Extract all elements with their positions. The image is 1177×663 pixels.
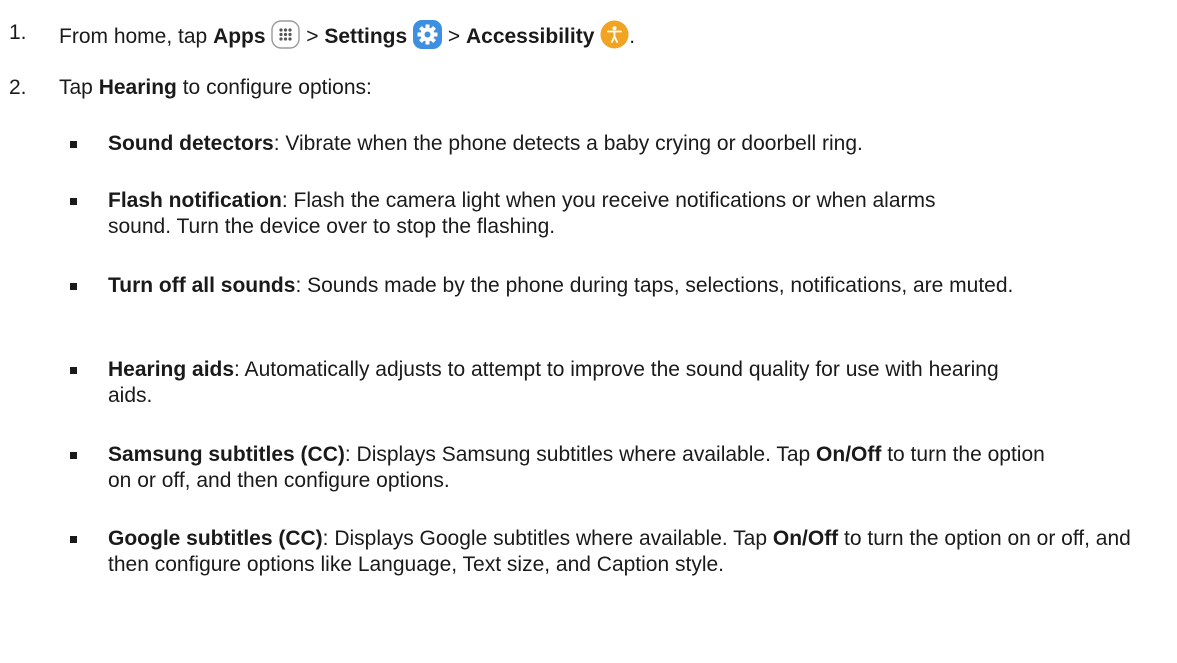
- list-item-title: Sound detectors: [108, 132, 274, 155]
- step-text: From home, tap Apps > Settings > Accessi…: [59, 20, 635, 56]
- list-item-text: Turn off all sounds: Sounds made by the …: [108, 273, 1023, 299]
- step-1-prefix: From home, tap: [59, 25, 214, 48]
- bullet-icon: [70, 283, 77, 290]
- settings-label: Settings: [324, 25, 408, 48]
- bullet-icon: [70, 452, 77, 459]
- hearing-label: Hearing: [98, 76, 177, 99]
- step-2-suffix: to configure options:: [176, 76, 372, 99]
- bullet-icon: [70, 367, 77, 374]
- list-item-body: : Automatically adjusts to attempt to im…: [108, 358, 999, 407]
- list-item-text: Samsung subtitles (CC): Displays Samsung…: [108, 442, 1063, 494]
- on-off-label: On/Off: [816, 443, 882, 466]
- list-item-body: : Sounds made by the phone during taps, …: [295, 274, 1014, 297]
- list-item-title: Flash notification: [108, 189, 282, 212]
- list-item-body: : Displays Google subtitles where availa…: [322, 527, 773, 550]
- on-off-label: On/Off: [772, 527, 839, 550]
- list-item-text: Sound detectors: Vibrate when the phone …: [108, 131, 1168, 157]
- list-item-title: Turn off all sounds: [108, 274, 296, 297]
- step-number: 1.: [9, 21, 27, 44]
- separator: >: [300, 25, 325, 48]
- bullet-icon: [70, 141, 77, 148]
- list-item-body: : Displays Samsung subtitles where avail…: [344, 443, 817, 466]
- list-item-title: Google subtitles (CC): [108, 527, 323, 550]
- list-item-body: : Vibrate when the phone detects a baby …: [273, 132, 863, 155]
- step-2-prefix: Tap: [59, 76, 99, 99]
- bullet-icon: [70, 198, 77, 205]
- accessibility-person-icon: [600, 20, 629, 56]
- accessibility-label: Accessibility: [465, 25, 595, 48]
- list-item-text: Hearing aids: Automatically adjusts to a…: [108, 357, 1013, 409]
- list-item-title: Hearing aids: [108, 358, 235, 381]
- settings-gear-icon: [413, 20, 443, 56]
- apps-grid-icon: [271, 20, 301, 56]
- step-text: Tap Hearing to configure options:: [59, 75, 372, 101]
- bullet-icon: [70, 536, 77, 543]
- period: .: [629, 25, 636, 48]
- step-number: 2.: [9, 76, 27, 99]
- list-item-title: Samsung subtitles (CC): [108, 443, 345, 466]
- separator: >: [442, 25, 466, 48]
- list-item-text: Flash notification: Flash the camera lig…: [108, 188, 998, 240]
- list-item-text: Google subtitles (CC): Displays Google s…: [108, 526, 1173, 578]
- apps-label: Apps: [213, 25, 266, 48]
